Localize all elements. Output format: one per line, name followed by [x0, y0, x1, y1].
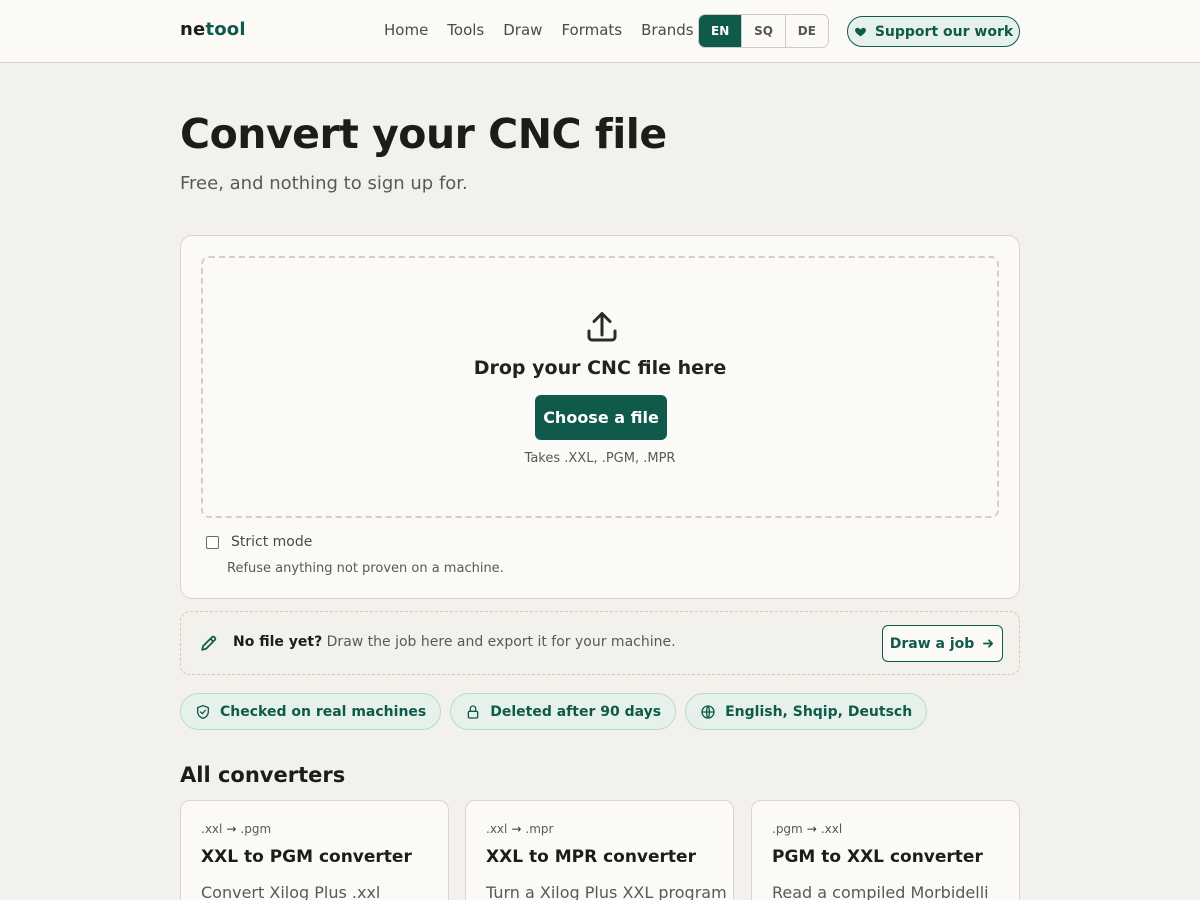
upload-icon	[587, 312, 617, 342]
badge-deleted-label: Deleted after 90 days	[490, 703, 662, 720]
arrow-right-icon: →	[511, 822, 522, 836]
badge-deleted: Deleted after 90 days	[450, 693, 677, 730]
converters-heading: All converters	[180, 763, 346, 787]
support-button[interactable]: Support our work	[847, 16, 1020, 47]
format-to: .mpr	[525, 822, 554, 836]
lang-sq-button[interactable]: SQ	[741, 15, 784, 47]
logo[interactable]: netool	[180, 19, 246, 40]
nav-formats[interactable]: Formats	[561, 21, 622, 39]
accepted-formats: Takes .XXL, .PGM, .MPR	[524, 451, 676, 466]
converter-desc: Turn a Xilog Plus XXL program	[486, 883, 727, 900]
converter-card-pgm-xxl[interactable]: .pgm → .xxl PGM to XXL converter Read a co…	[751, 800, 1020, 900]
logo-part-1: ne	[180, 19, 206, 40]
no-file-message: Draw the job here and export it for your…	[322, 634, 676, 650]
nav-draw[interactable]: Draw	[503, 21, 542, 39]
page-title: Convert your CNC file	[180, 110, 667, 158]
no-file-banner: No file yet? Draw the job here and expor…	[180, 611, 1020, 675]
choose-file-button[interactable]: Choose a file	[535, 395, 667, 440]
converter-name: PGM to XXL converter	[772, 847, 983, 867]
lang-en-button[interactable]: EN	[699, 15, 742, 47]
language-switcher: EN SQ DE	[698, 14, 829, 48]
globe-icon	[701, 704, 715, 719]
support-label: Support our work	[874, 23, 1014, 40]
no-file-bold: No file yet?	[233, 634, 323, 650]
upload-card: Drop your CNC file here Choose a file Ta…	[180, 235, 1020, 599]
lock-icon	[467, 704, 479, 719]
format-to: .pgm	[240, 822, 272, 836]
drop-text: Drop your CNC file here	[473, 357, 727, 379]
converter-formats: .xxl → .mpr	[486, 822, 553, 836]
format-to: .xxl	[820, 822, 843, 836]
converter-card-xxl-pgm[interactable]: .xxl → .pgm XXL to PGM converter Convert X…	[180, 800, 449, 900]
format-from: .xxl	[201, 822, 223, 836]
converter-formats: .xxl → .pgm	[201, 822, 271, 836]
trust-badges: Checked on real machines Deleted after 9…	[180, 693, 928, 730]
main-nav: Home Tools Draw Formats Brands	[384, 21, 694, 39]
converter-formats: .pgm → .xxl	[772, 822, 842, 836]
converter-desc: Convert Xilog Plus .xxl	[201, 883, 381, 900]
arrow-right-icon: →	[806, 822, 817, 836]
lang-de-button[interactable]: DE	[784, 15, 828, 47]
strict-mode-label[interactable]: Strict mode	[231, 534, 312, 550]
nav-brands[interactable]: Brands	[641, 21, 694, 39]
badge-languages: English, Shqip, Deutsch	[685, 693, 928, 730]
pencil-icon	[201, 635, 217, 651]
format-from: .pgm	[772, 822, 803, 836]
converter-desc: Read a compiled Morbidelli	[772, 883, 989, 900]
draw-job-button[interactable]: Draw a job	[882, 625, 1003, 662]
page-subtitle: Free, and nothing to sign up for.	[180, 173, 468, 194]
nav-tools[interactable]: Tools	[447, 21, 484, 39]
heart-icon	[854, 27, 866, 37]
no-file-text: No file yet? Draw the job here and expor…	[233, 634, 676, 650]
top-bar: netool Home Tools Draw Formats Brands EN…	[0, 0, 1200, 63]
strict-mode-help: Refuse anything not proven on a machine.	[227, 561, 504, 576]
badge-checked: Checked on real machines	[180, 693, 442, 730]
strict-mode-checkbox[interactable]	[206, 536, 219, 549]
arrow-right-icon	[983, 639, 994, 648]
shield-check-icon	[197, 704, 209, 719]
badge-languages-label: English, Shqip, Deutsch	[725, 703, 913, 720]
drop-zone[interactable]: Drop your CNC file here Choose a file Ta…	[201, 256, 999, 518]
format-from: .xxl	[486, 822, 508, 836]
converter-name: XXL to MPR converter	[486, 847, 696, 867]
converter-name: XXL to PGM converter	[201, 847, 412, 867]
badge-checked-label: Checked on real machines	[220, 703, 427, 720]
logo-part-2: tool	[205, 19, 246, 40]
nav-home[interactable]: Home	[384, 21, 428, 39]
converter-card-xxl-mpr[interactable]: .xxl → .mpr XXL to MPR converter Turn a Xi…	[465, 800, 734, 900]
arrow-right-icon: →	[226, 822, 237, 836]
draw-job-label: Draw a job	[889, 635, 975, 652]
